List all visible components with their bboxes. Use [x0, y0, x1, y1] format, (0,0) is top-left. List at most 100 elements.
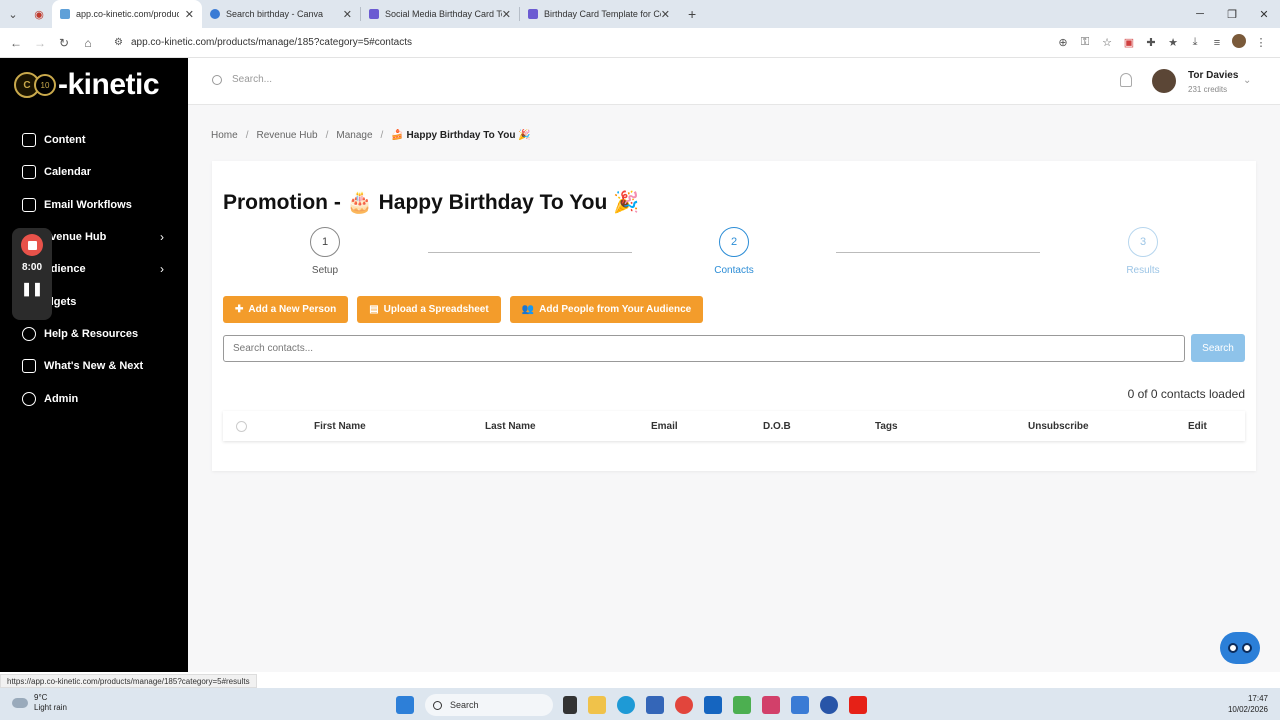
menu-kebab-icon[interactable]: ⋮ [1250, 36, 1272, 49]
plus-icon: ✚ [235, 304, 244, 315]
close-tab-icon[interactable]: ✕ [502, 8, 511, 21]
address-bar[interactable]: ⚙ app.co-kinetic.com/products/manage/185… [106, 32, 1026, 54]
back-icon[interactable]: ← [4, 36, 28, 50]
windows-start-icon[interactable] [396, 696, 414, 714]
step-setup[interactable]: 1 Setup [285, 227, 365, 276]
profile-avatar[interactable] [1228, 34, 1250, 51]
column-dob[interactable]: D.O.B [763, 421, 791, 432]
bookmark-star-icon[interactable]: ☆ [1096, 36, 1118, 49]
clock-time: 17:47 [1247, 694, 1268, 703]
search-button[interactable]: Search [1191, 334, 1245, 362]
column-edit[interactable]: Edit [1188, 421, 1207, 432]
close-window-icon[interactable]: ✕ [1248, 8, 1280, 21]
sidebar-item-email-workflows[interactable]: Email Workflows [0, 189, 188, 221]
sidebar-item-content[interactable]: Content [0, 124, 188, 156]
step-results[interactable]: 3 Results [1103, 227, 1183, 276]
zoom-icon[interactable]: ⊕ [1052, 36, 1074, 49]
canva-favicon-icon [210, 9, 220, 19]
close-tab-icon[interactable]: ✕ [185, 8, 194, 21]
button-label: Upload a Spreadsheet [383, 304, 489, 315]
pause-icon[interactable]: ❚❚ [21, 281, 43, 297]
browser-tab-3[interactable]: Social Media Birthday Card Ten ✕ [361, 0, 519, 28]
add-from-audience-button[interactable]: 👥 Add People from Your Audience [509, 296, 704, 323]
sidebar-item-calendar[interactable]: Calendar [0, 156, 188, 188]
record-indicator-icon[interactable]: ◉ [26, 0, 52, 28]
file-explorer-icon[interactable] [588, 696, 606, 714]
user-credits: 231 credits [1188, 85, 1228, 94]
new-tab-icon[interactable]: + [688, 6, 696, 22]
step-label: Contacts [714, 265, 754, 276]
step-contacts[interactable]: 2 Contacts [694, 227, 774, 276]
step-connector [428, 252, 632, 253]
user-name[interactable]: Tor Davies [1188, 70, 1238, 81]
column-first-name[interactable]: First Name [314, 421, 366, 432]
sidebar: C 10 -kinetic Content Calendar Email Wor… [0, 58, 188, 672]
column-last-name[interactable]: Last Name [485, 421, 536, 432]
step-connector [836, 252, 1040, 253]
logo-text: -kinetic [58, 68, 160, 101]
chat-assistant-icon[interactable] [1220, 632, 1260, 664]
download-icon[interactable]: ⤓ [1184, 36, 1206, 49]
browser-tab-bar: ⌄ ◉ app.co-kinetic.com/products/m ✕ Sear… [0, 0, 1280, 28]
password-icon[interactable]: ⚿ [1074, 36, 1096, 49]
forward-icon[interactable]: → [28, 36, 52, 50]
step-label: Results [1126, 265, 1160, 276]
breadcrumb-manage[interactable]: Manage [336, 130, 372, 141]
sidebar-item-label: Admin [44, 392, 79, 405]
media-icon[interactable]: ≡ [1206, 37, 1228, 49]
bell-icon[interactable] [1120, 73, 1132, 87]
tab-search-icon[interactable]: ⌄ [0, 0, 26, 28]
tab-title: Birthday Card Template for Co [544, 9, 661, 19]
global-search[interactable]: Search... [212, 74, 272, 85]
edge-icon[interactable] [617, 696, 635, 714]
settings-app-icon[interactable] [791, 696, 809, 714]
puzzle-icon[interactable]: ✚ [1140, 36, 1162, 49]
breadcrumb-revenue-hub[interactable]: Revenue Hub [256, 130, 317, 141]
status-bar-url: https://app.co-kinetic.com/products/mana… [0, 674, 257, 688]
contacts-loaded-count: 0 of 0 contacts loaded [1127, 387, 1245, 401]
home-icon[interactable]: ⌂ [76, 36, 100, 50]
browser-tab-2[interactable]: Search birthday - Canva ✕ [202, 0, 360, 28]
chevron-down-icon[interactable]: ⌄ [1243, 75, 1251, 86]
stop-recording-button[interactable] [21, 234, 43, 256]
app-green-icon[interactable] [733, 696, 751, 714]
weather-widget[interactable]: 9°C Light rain [12, 693, 67, 713]
taskbar-search[interactable]: Search [425, 694, 553, 716]
search-contacts-input[interactable] [223, 335, 1185, 362]
co-kinetic-logo[interactable]: C 10 -kinetic [14, 68, 176, 101]
column-tags[interactable]: Tags [875, 421, 898, 432]
select-all-checkbox[interactable] [236, 421, 247, 432]
file-icon: ▤ [369, 304, 379, 315]
chrome-icon[interactable] [675, 696, 693, 714]
store-icon[interactable] [646, 696, 664, 714]
add-new-person-button[interactable]: ✚ Add a New Person [223, 296, 349, 323]
sidebar-item-help[interactable]: Help & Resources [0, 318, 188, 350]
rain-cloud-icon [12, 698, 28, 708]
youtube-icon[interactable] [849, 696, 867, 714]
column-unsubscribe[interactable]: Unsubscribe [1028, 421, 1089, 432]
extension-icon[interactable]: ▣ [1118, 36, 1140, 49]
close-tab-icon[interactable]: ✕ [343, 8, 352, 21]
avatar[interactable] [1152, 69, 1176, 93]
minimize-icon[interactable]: ─ [1184, 8, 1216, 20]
password-manager-icon[interactable] [820, 696, 838, 714]
task-view-icon[interactable] [563, 696, 577, 714]
browser-tab-4[interactable]: Birthday Card Template for Co ✕ [520, 0, 678, 28]
close-tab-icon[interactable]: ✕ [661, 8, 670, 21]
restore-icon[interactable]: ❐ [1216, 8, 1248, 21]
bookmarks-icon[interactable]: ★ [1162, 36, 1184, 49]
upload-spreadsheet-button[interactable]: ▤ Upload a Spreadsheet [357, 296, 501, 323]
browser-tab-1[interactable]: app.co-kinetic.com/products/m ✕ [52, 0, 202, 28]
column-email[interactable]: Email [651, 421, 678, 432]
site-info-icon[interactable]: ⚙ [114, 37, 123, 48]
sidebar-item-label: Email Workflows [44, 198, 132, 211]
outlook-icon[interactable] [704, 696, 722, 714]
sidebar-item-whats-new[interactable]: What's New & Next [0, 350, 188, 382]
system-clock[interactable]: 17:47 10/02/2026 [1228, 693, 1268, 715]
snipping-tool-icon[interactable] [762, 696, 780, 714]
gear-icon [22, 391, 36, 406]
reload-icon[interactable]: ↻ [52, 36, 76, 50]
page-title: Promotion - 🎂 Happy Birthday To You 🎉 [223, 191, 640, 214]
sidebar-item-admin[interactable]: Admin [0, 382, 188, 414]
breadcrumb-home[interactable]: Home [211, 130, 238, 141]
